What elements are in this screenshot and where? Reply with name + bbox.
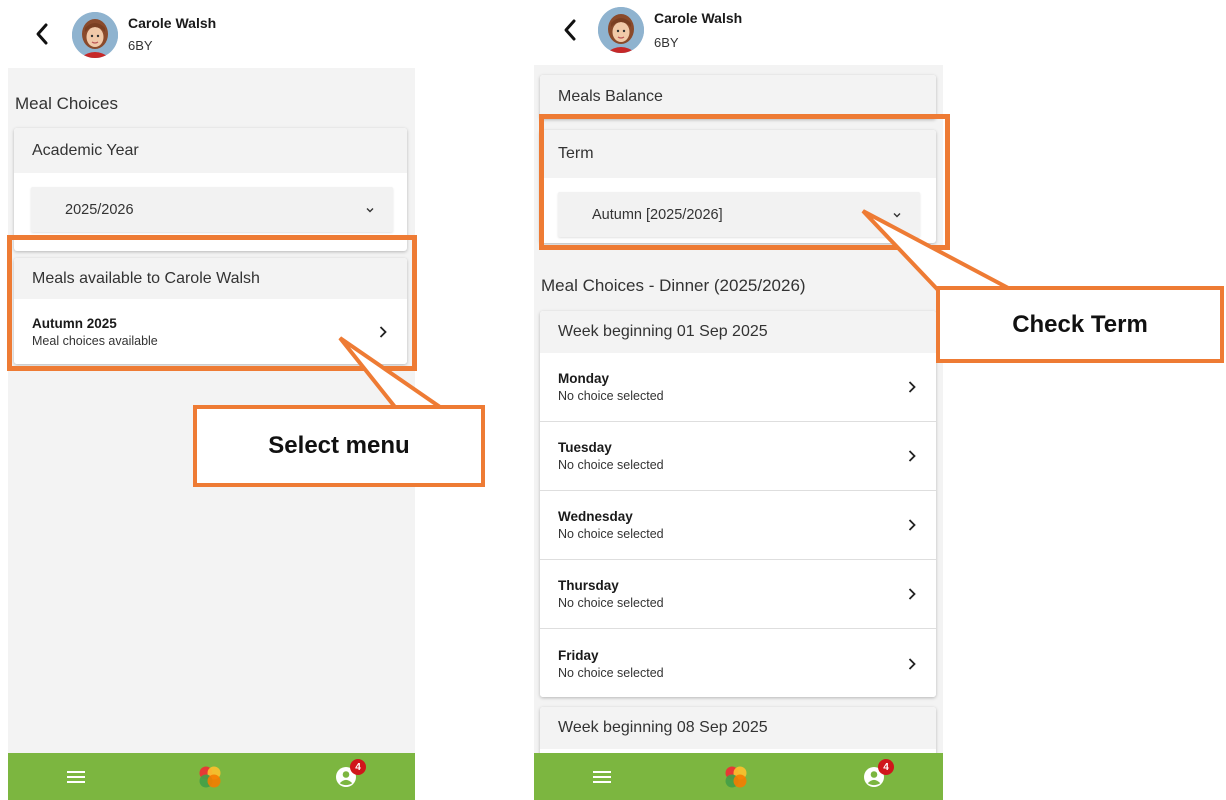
student-photo: [598, 7, 644, 53]
week-card: Week beginning 08 Sep 2025: [540, 707, 936, 753]
meals-available-card: Meals available to Carole Walsh Autumn 2…: [14, 258, 407, 364]
chevron-down-icon: [366, 207, 374, 212]
notification-badge: 4: [350, 759, 366, 775]
day-status: No choice selected: [558, 389, 664, 403]
meal-choices-screen: Carole Walsh 6BY Meal Choices Academic Y…: [8, 0, 415, 800]
student-photo: [72, 12, 118, 58]
term-header: Term: [540, 130, 936, 178]
menu-title: Autumn 2025: [32, 315, 117, 331]
academic-year-card: Academic Year 2025/2026: [14, 128, 407, 251]
menu-status: Meal choices available: [32, 333, 158, 348]
day-title: Friday: [558, 647, 599, 663]
academic-year-select[interactable]: 2025/2026: [31, 187, 393, 232]
home-button[interactable]: [706, 753, 766, 800]
student-class: 6BY: [128, 38, 153, 53]
app-header: Carole Walsh 6BY: [534, 0, 943, 65]
back-button[interactable]: [30, 20, 54, 48]
day-row-tuesday[interactable]: Tuesday No choice selected: [540, 422, 936, 491]
day-row-thursday[interactable]: Thursday No choice selected: [540, 560, 936, 629]
avatar[interactable]: [72, 12, 118, 58]
week-header: Week beginning 08 Sep 2025: [540, 707, 936, 749]
back-button[interactable]: [558, 16, 582, 44]
chevron-right-icon: [908, 519, 916, 531]
check-term-label: Check Term: [1012, 310, 1148, 338]
meal-choices-title: Meal Choices - Dinner (2025/2026): [541, 276, 806, 295]
chevron-right-icon: [908, 450, 916, 462]
day-title: Tuesday: [558, 440, 612, 455]
day-status: No choice selected: [558, 665, 664, 680]
profile-button[interactable]: 4: [316, 753, 376, 800]
meal-balance-screen: Carole Walsh 6BY Meals Balance Term Autu…: [534, 0, 943, 800]
app-header: Carole Walsh 6BY: [8, 0, 415, 68]
check-term-callout: Check Term: [936, 286, 1224, 363]
bottom-nav-bar: 4: [8, 753, 415, 800]
day-title: Monday: [558, 371, 610, 386]
week-card: Week beginning 01 Sep 2025 Monday No cho…: [540, 311, 936, 697]
page-title: Meal Choices: [15, 94, 118, 113]
hamburger-menu-icon: [593, 770, 611, 783]
notification-badge: 4: [878, 759, 894, 775]
menu-button[interactable]: [46, 753, 106, 800]
meals-balance-label: Meals Balance: [540, 75, 936, 119]
chevron-right-icon: [379, 325, 387, 338]
list-item[interactable]: Autumn 2025 Meal choices available: [14, 299, 407, 364]
day-title: Thursday: [558, 578, 619, 593]
app-logo-icon: [199, 766, 221, 787]
chevron-right-icon: [908, 588, 916, 600]
menu-button[interactable]: [572, 753, 632, 800]
select-menu-callout: Select menu: [193, 405, 485, 487]
academic-year-value: 2025/2026: [65, 201, 134, 218]
app-logo-icon: [725, 766, 747, 787]
chevron-right-icon: [908, 657, 916, 670]
day-status: No choice selected: [558, 527, 664, 541]
day-title: Wednesday: [558, 509, 633, 524]
week-header: Week beginning 01 Sep 2025: [540, 311, 936, 353]
bottom-nav-bar: 4: [534, 753, 943, 800]
chevron-down-icon: [893, 212, 901, 217]
day-row-monday[interactable]: Monday No choice selected: [540, 353, 936, 422]
student-name: Carole Walsh: [128, 15, 217, 31]
term-card: Term Autumn [2025/2026]: [540, 130, 936, 243]
student-class: 6BY: [654, 35, 679, 50]
term-value: Autumn [2025/2026]: [592, 206, 723, 223]
chevron-left-icon: [36, 23, 48, 45]
meals-balance-card[interactable]: Meals Balance: [540, 75, 936, 119]
profile-button[interactable]: 4: [844, 753, 904, 800]
content-area: Meals Balance Term Autumn [2025/2026] Me…: [534, 65, 943, 753]
day-status: No choice selected: [558, 596, 664, 610]
hamburger-menu-icon: [67, 770, 85, 783]
chevron-left-icon: [564, 19, 576, 41]
meals-available-header: Meals available to Carole Walsh: [14, 258, 407, 299]
student-name: Carole Walsh: [654, 10, 743, 26]
select-menu-label: Select menu: [268, 432, 410, 459]
home-button[interactable]: [180, 753, 240, 800]
avatar[interactable]: [598, 7, 644, 53]
academic-year-header: Academic Year: [14, 128, 407, 173]
term-select[interactable]: Autumn [2025/2026]: [558, 192, 920, 237]
day-row-wednesday[interactable]: Wednesday No choice selected: [540, 491, 936, 560]
day-row-friday[interactable]: Friday No choice selected: [540, 629, 936, 697]
day-status: No choice selected: [558, 458, 664, 472]
chevron-right-icon: [908, 381, 916, 393]
